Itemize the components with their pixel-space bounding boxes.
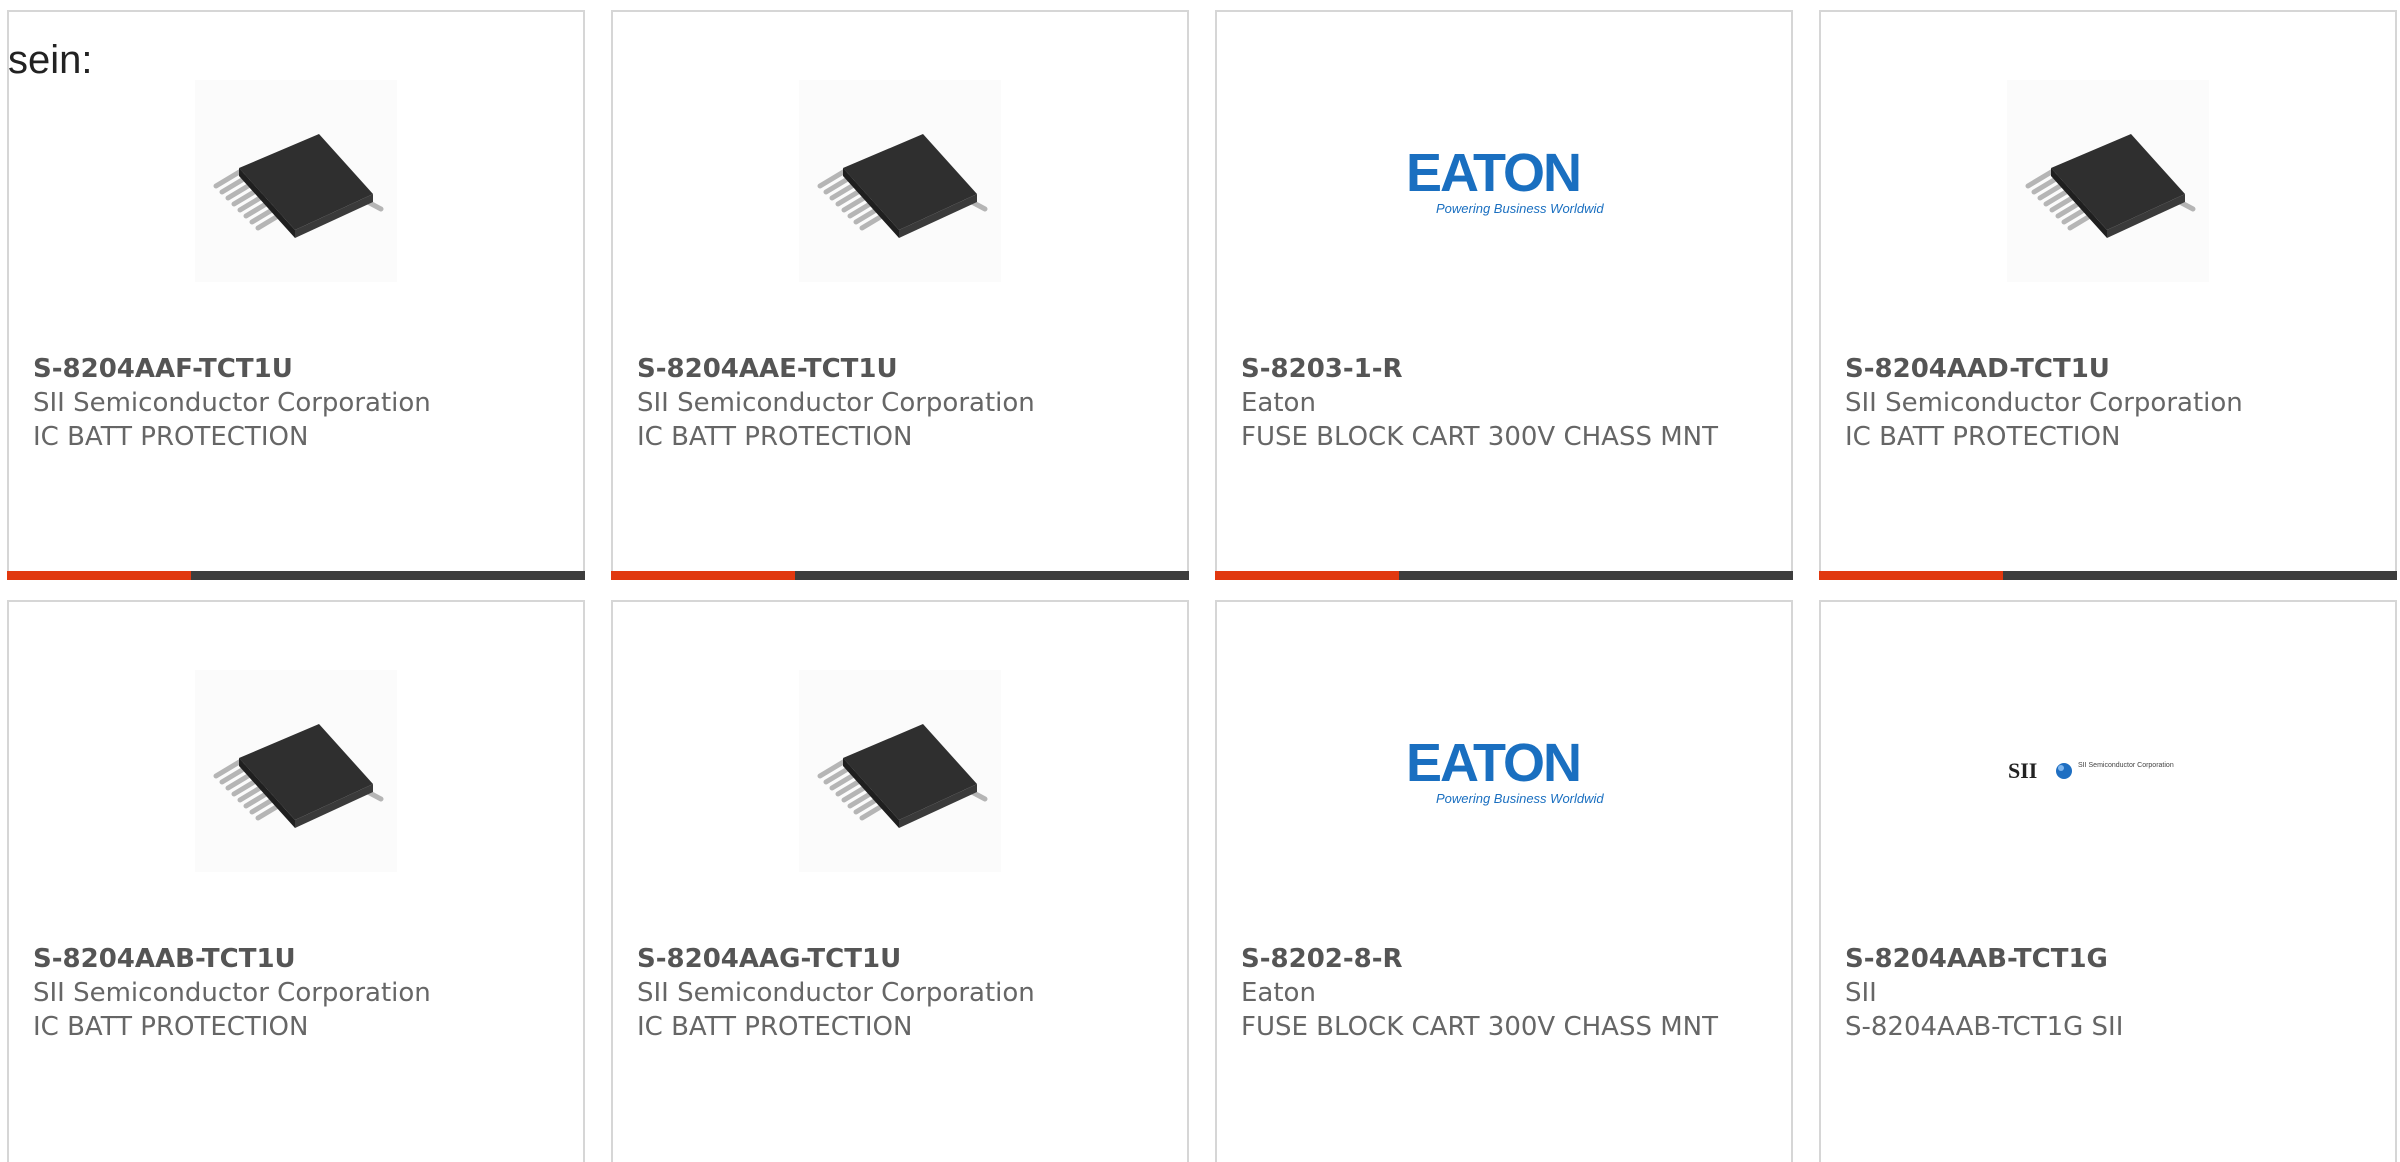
accent-segment <box>7 571 191 580</box>
product-description: IC BATT PROTECTION <box>1845 422 2121 452</box>
card-accent-bar <box>1819 571 2397 580</box>
product-info: S-8204AAG-TCT1U SII Semiconductor Corpor… <box>637 942 1117 1044</box>
product-info: S-8204AAB-TCT1U SII Semiconductor Corpor… <box>33 942 513 1044</box>
product-card[interactable]: EATON Powering Business Worldwide S-8203… <box>1215 10 1793 580</box>
manufacturer-name: Eaton <box>1241 388 1316 418</box>
manufacturer-name: SII Semiconductor Corporation <box>33 978 431 1008</box>
product-info: S-8204AAF-TCT1U SII Semiconductor Corpor… <box>33 352 513 454</box>
product-card[interactable]: S-8204AAB-TCT1U SII Semiconductor Corpor… <box>7 600 585 1162</box>
ic-chip-image <box>2025 134 2196 238</box>
product-image[interactable]: EATON Powering Business Worldwide <box>1403 670 1605 872</box>
product-image[interactable] <box>799 80 1001 282</box>
manufacturer-name: SII Semiconductor Corporation <box>637 978 1035 1008</box>
ic-chip-image <box>817 134 988 238</box>
product-description: FUSE BLOCK CART 300V CHASS MNT <box>1241 422 1718 452</box>
product-description: S-8204AAB-TCT1G SII <box>1845 1012 2124 1042</box>
product-description: IC BATT PROTECTION <box>33 422 309 452</box>
svg-text:Powering Business Worldwide: Powering Business Worldwide <box>1436 201 1604 216</box>
product-grid: S-8204AAF-TCT1U SII Semiconductor Corpor… <box>0 0 2400 1162</box>
card-accent-bar <box>7 571 585 580</box>
ic-chip-image <box>213 724 384 828</box>
product-image[interactable]: SII SII Semiconductor Corporation <box>2007 670 2209 872</box>
manufacturer-name: SII Semiconductor Corporation <box>637 388 1035 418</box>
sii-logo: SII SII Semiconductor Corporation <box>2008 758 2174 783</box>
part-number-link[interactable]: S-8204AAF-TCT1U <box>33 352 513 386</box>
product-image[interactable]: EATON Powering Business Worldwide <box>1403 80 1605 282</box>
product-description: IC BATT PROTECTION <box>33 1012 309 1042</box>
product-card[interactable]: EATON Powering Business Worldwide S-8202… <box>1215 600 1793 1162</box>
svg-text:EATON: EATON <box>1406 143 1580 203</box>
svg-text:EATON: EATON <box>1406 733 1580 793</box>
product-card[interactable]: S-8204AAD-TCT1U SII Semiconductor Corpor… <box>1819 10 2397 580</box>
accent-segment <box>1215 571 1399 580</box>
accent-segment <box>1819 571 2003 580</box>
ic-chip-image <box>213 134 384 238</box>
product-description: IC BATT PROTECTION <box>637 422 913 452</box>
part-number-link[interactable]: S-8204AAE-TCT1U <box>637 352 1117 386</box>
product-image[interactable] <box>799 670 1001 872</box>
product-image[interactable] <box>2007 80 2209 282</box>
manufacturer-name: SII <box>1845 978 1877 1008</box>
manufacturer-name: SII Semiconductor Corporation <box>1845 388 2243 418</box>
product-description: IC BATT PROTECTION <box>637 1012 913 1042</box>
product-info: S-8204AAB-TCT1G SII S-8204AAB-TCT1G SII <box>1845 942 2325 1044</box>
eaton-logo: EATON Powering Business Worldwide <box>1404 733 1604 806</box>
intro-text: sein: <box>8 38 93 82</box>
eaton-logo: EATON Powering Business Worldwide <box>1404 143 1604 216</box>
product-info: S-8203-1-R Eaton FUSE BLOCK CART 300V CH… <box>1241 352 1721 454</box>
product-description: FUSE BLOCK CART 300V CHASS MNT <box>1241 1012 1718 1042</box>
card-accent-bar <box>611 571 1189 580</box>
svg-text:SII: SII <box>2008 758 2037 783</box>
part-number-link[interactable]: S-8204AAB-TCT1G <box>1845 942 2325 976</box>
product-info: S-8204AAD-TCT1U SII Semiconductor Corpor… <box>1845 352 2325 454</box>
part-number-link[interactable]: S-8203-1-R <box>1241 352 1721 386</box>
product-image[interactable] <box>195 80 397 282</box>
manufacturer-name: Eaton <box>1241 978 1316 1008</box>
product-card[interactable]: S-8204AAF-TCT1U SII Semiconductor Corpor… <box>7 10 585 580</box>
product-info: S-8202-8-R Eaton FUSE BLOCK CART 300V CH… <box>1241 942 1721 1044</box>
product-card[interactable]: SII SII Semiconductor Corporation S-8204… <box>1819 600 2397 1162</box>
product-card[interactable]: S-8204AAG-TCT1U SII Semiconductor Corpor… <box>611 600 1189 1162</box>
svg-text:Powering Business Worldwide: Powering Business Worldwide <box>1436 791 1604 806</box>
part-number-link[interactable]: S-8204AAB-TCT1U <box>33 942 513 976</box>
product-image[interactable] <box>195 670 397 872</box>
part-number-link[interactable]: S-8202-8-R <box>1241 942 1721 976</box>
accent-segment <box>611 571 795 580</box>
manufacturer-name: SII Semiconductor Corporation <box>33 388 431 418</box>
part-number-link[interactable]: S-8204AAD-TCT1U <box>1845 352 2325 386</box>
product-info: S-8204AAE-TCT1U SII Semiconductor Corpor… <box>637 352 1117 454</box>
card-accent-bar <box>1215 571 1793 580</box>
ic-chip-image <box>817 724 988 828</box>
product-card[interactable]: S-8204AAE-TCT1U SII Semiconductor Corpor… <box>611 10 1189 580</box>
svg-text:SII Semiconductor Corporation: SII Semiconductor Corporation <box>2078 762 2174 769</box>
part-number-link[interactable]: S-8204AAG-TCT1U <box>637 942 1117 976</box>
